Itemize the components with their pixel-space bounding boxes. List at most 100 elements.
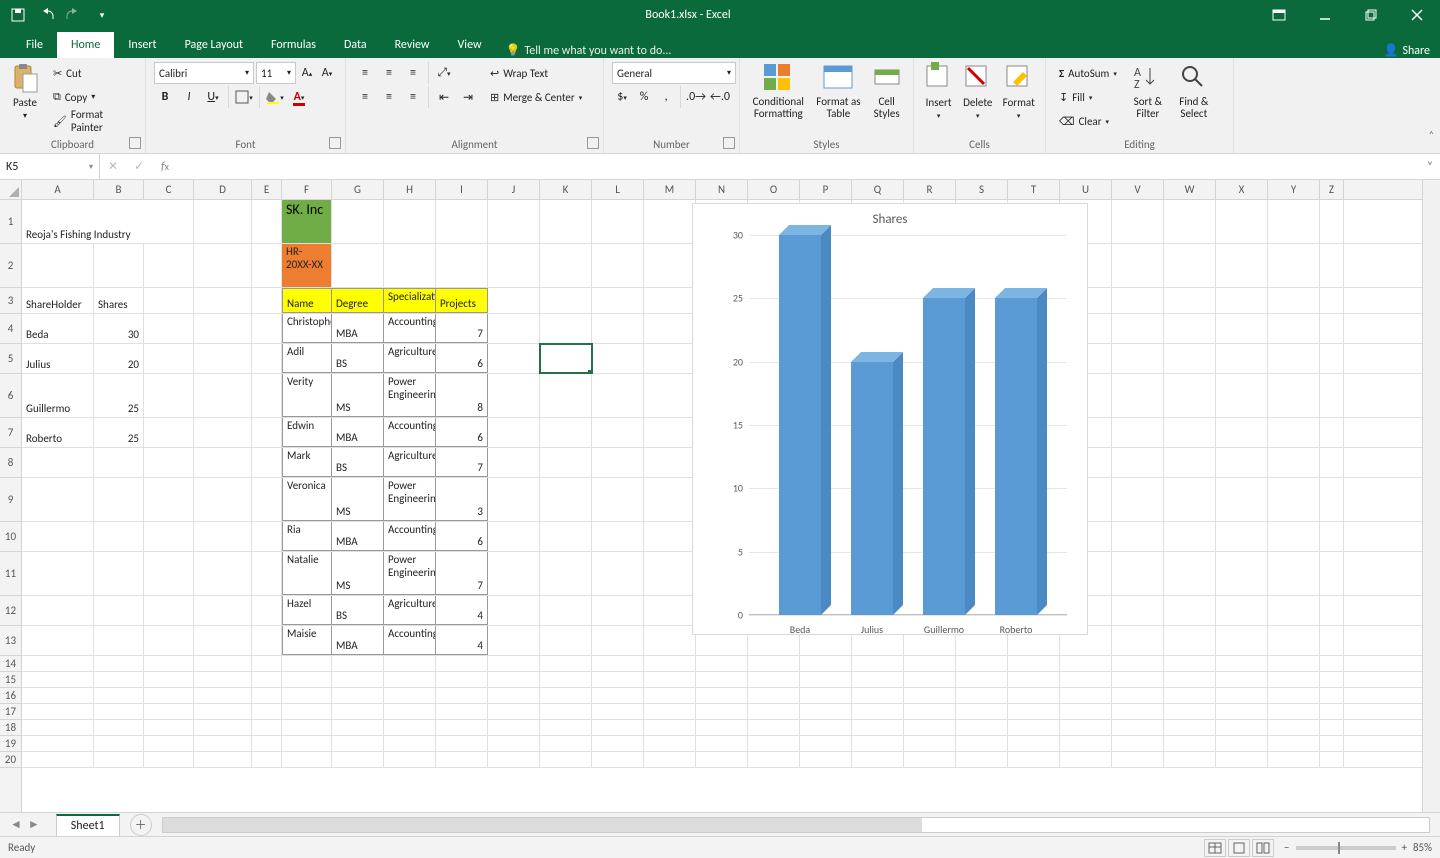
cell-Y6[interactable] bbox=[1268, 374, 1320, 417]
cell-C15[interactable] bbox=[144, 672, 194, 687]
cell-C12[interactable] bbox=[144, 596, 194, 625]
cell-Y8[interactable] bbox=[1268, 448, 1320, 477]
cell-Q15[interactable] bbox=[852, 672, 904, 687]
cell-X2[interactable] bbox=[1216, 244, 1268, 287]
cell-H1[interactable] bbox=[384, 200, 436, 243]
cell-I18[interactable] bbox=[436, 720, 488, 735]
cell-Y5[interactable] bbox=[1268, 344, 1320, 373]
cell-B14[interactable] bbox=[94, 656, 144, 671]
cell-I5[interactable]: 6 bbox=[436, 344, 488, 373]
cell-M11[interactable] bbox=[644, 552, 696, 595]
cell-H2[interactable] bbox=[384, 244, 436, 287]
cell-V20[interactable] bbox=[1112, 752, 1164, 767]
tell-me-search[interactable]: 💡 Tell me what you want to do... bbox=[506, 43, 672, 58]
italic-button[interactable]: I bbox=[178, 86, 200, 108]
share-button[interactable]: 👤 Share bbox=[1383, 43, 1430, 58]
row-header-8[interactable]: 8 bbox=[0, 448, 21, 478]
cell-D7[interactable] bbox=[194, 418, 252, 447]
cell-V14[interactable] bbox=[1112, 656, 1164, 671]
cell-W17[interactable] bbox=[1164, 704, 1216, 719]
clear-button[interactable]: ⌫Clear▾ bbox=[1054, 110, 1122, 132]
cell-U19[interactable] bbox=[1060, 736, 1112, 751]
cell-G2[interactable] bbox=[332, 244, 384, 287]
cell-Z15[interactable] bbox=[1320, 672, 1344, 687]
cell-J16[interactable] bbox=[488, 688, 540, 703]
cell-V1[interactable] bbox=[1112, 200, 1164, 243]
cell-F19[interactable] bbox=[282, 736, 332, 751]
cell-X6[interactable] bbox=[1216, 374, 1268, 417]
column-header-Y[interactable]: Y bbox=[1268, 180, 1320, 199]
cell-H13[interactable]: Accounting bbox=[384, 626, 436, 655]
cell-Y4[interactable] bbox=[1268, 314, 1320, 343]
cell-V7[interactable] bbox=[1112, 418, 1164, 447]
sort-filter-button[interactable]: AZSort & Filter bbox=[1128, 62, 1168, 120]
cell-L8[interactable] bbox=[592, 448, 644, 477]
zoom-slider[interactable] bbox=[1296, 846, 1396, 850]
cell-I6[interactable]: 8 bbox=[436, 374, 488, 417]
cell-L10[interactable] bbox=[592, 522, 644, 551]
cancel-formula-button[interactable]: ✕ bbox=[100, 159, 126, 174]
cell-K8[interactable] bbox=[540, 448, 592, 477]
cell-J6[interactable] bbox=[488, 374, 540, 417]
cell-X5[interactable] bbox=[1216, 344, 1268, 373]
cell-N14[interactable] bbox=[696, 656, 748, 671]
wrap-text-button[interactable]: ↩Wrap Text bbox=[485, 62, 587, 84]
increase-indent-button[interactable]: ⇥ bbox=[457, 86, 479, 108]
cell-W13[interactable] bbox=[1164, 626, 1216, 655]
row-header-2[interactable]: 2 bbox=[0, 244, 21, 288]
cell-B16[interactable] bbox=[94, 688, 144, 703]
cell-G8[interactable]: BS bbox=[332, 448, 384, 477]
cell-O17[interactable] bbox=[748, 704, 800, 719]
cell-D19[interactable] bbox=[194, 736, 252, 751]
column-header-T[interactable]: T bbox=[1008, 180, 1060, 199]
cell-P14[interactable] bbox=[800, 656, 852, 671]
cell-B10[interactable] bbox=[94, 522, 144, 551]
cell-W10[interactable] bbox=[1164, 522, 1216, 551]
cell-Y11[interactable] bbox=[1268, 552, 1320, 595]
cell-K7[interactable] bbox=[540, 418, 592, 447]
cell-Y10[interactable] bbox=[1268, 522, 1320, 551]
cell-Q16[interactable] bbox=[852, 688, 904, 703]
cell-H17[interactable] bbox=[384, 704, 436, 719]
cell-X20[interactable] bbox=[1216, 752, 1268, 767]
cell-R19[interactable] bbox=[904, 736, 956, 751]
cell-J10[interactable] bbox=[488, 522, 540, 551]
cell-Z7[interactable] bbox=[1320, 418, 1344, 447]
tab-view[interactable]: View bbox=[444, 32, 496, 58]
cell-V17[interactable] bbox=[1112, 704, 1164, 719]
row-header-18[interactable]: 18 bbox=[0, 720, 21, 736]
cell-E8[interactable] bbox=[252, 448, 282, 477]
underline-button[interactable]: U▾ bbox=[202, 86, 224, 108]
cell-L18[interactable] bbox=[592, 720, 644, 735]
accounting-format-button[interactable]: $▾ bbox=[612, 86, 632, 108]
cell-K17[interactable] bbox=[540, 704, 592, 719]
cell-M7[interactable] bbox=[644, 418, 696, 447]
cell-I11[interactable]: 7 bbox=[436, 552, 488, 595]
cell-V13[interactable] bbox=[1112, 626, 1164, 655]
cell-U18[interactable] bbox=[1060, 720, 1112, 735]
cell-F7[interactable]: Edwin bbox=[282, 418, 332, 447]
cell-E3[interactable] bbox=[252, 288, 282, 313]
column-header-H[interactable]: H bbox=[384, 180, 436, 199]
cell-C4[interactable] bbox=[144, 314, 194, 343]
cell-Z9[interactable] bbox=[1320, 478, 1344, 521]
cell-J1[interactable] bbox=[488, 200, 540, 243]
tab-page-layout[interactable]: Page Layout bbox=[171, 32, 257, 58]
cell-I3[interactable]: Projects bbox=[436, 288, 488, 313]
column-header-J[interactable]: J bbox=[488, 180, 540, 199]
tab-review[interactable]: Review bbox=[381, 32, 444, 58]
decrease-indent-button[interactable]: ⇤ bbox=[433, 86, 455, 108]
cell-S16[interactable] bbox=[956, 688, 1008, 703]
cell-G9[interactable]: MS bbox=[332, 478, 384, 521]
cell-I13[interactable]: 4 bbox=[436, 626, 488, 655]
cell-L1[interactable] bbox=[592, 200, 644, 243]
cell-G1[interactable] bbox=[332, 200, 384, 243]
cell-K14[interactable] bbox=[540, 656, 592, 671]
row-header-1[interactable]: 1 bbox=[0, 200, 21, 244]
cell-L3[interactable] bbox=[592, 288, 644, 313]
cell-I12[interactable]: 4 bbox=[436, 596, 488, 625]
cell-K9[interactable] bbox=[540, 478, 592, 521]
cell-T18[interactable] bbox=[1008, 720, 1060, 735]
cell-D12[interactable] bbox=[194, 596, 252, 625]
close-button[interactable] bbox=[1394, 0, 1440, 30]
